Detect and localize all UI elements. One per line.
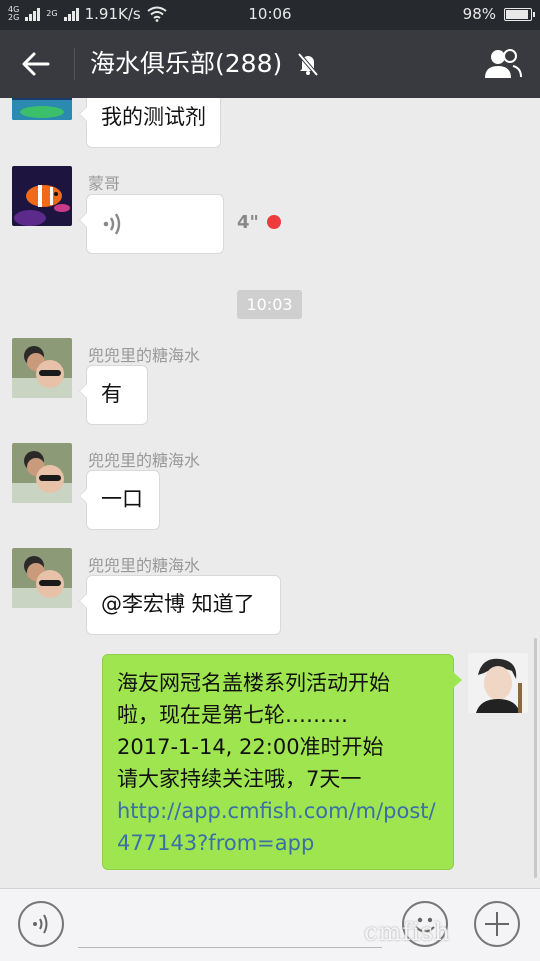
- chat-header: 海水俱乐部(288): [0, 30, 540, 98]
- message-line: 海友网冠名盖楼系列活动开始: [117, 671, 390, 695]
- sender-name: 兜兜里的糖海水: [88, 451, 201, 470]
- message-bubble[interactable]: 一口: [79, 470, 160, 530]
- group-members-button[interactable]: [482, 44, 524, 84]
- status-bar: 4G 2G 2G 1.91K/s 10:06 98%: [0, 0, 540, 30]
- avatar[interactable]: [12, 548, 72, 608]
- voice-message-bubble[interactable]: [79, 194, 224, 254]
- time-divider: 10:03: [237, 290, 302, 319]
- message-text: 一口: [101, 487, 143, 511]
- message-bubble[interactable]: 有: [79, 365, 148, 425]
- scrollbar[interactable]: [534, 638, 537, 878]
- message-bubble[interactable]: 我的测试剂: [79, 98, 221, 148]
- page-title: 海水俱乐部(288): [90, 49, 283, 78]
- unread-dot: [267, 215, 281, 229]
- avatar[interactable]: [12, 338, 72, 398]
- voice-input-icon: [33, 914, 48, 934]
- sender-name: 蒙哥: [88, 174, 121, 193]
- status-time: 10:06: [248, 5, 292, 23]
- voice-wave-icon: [103, 213, 121, 235]
- message-text: 有: [101, 382, 122, 406]
- avatar[interactable]: [12, 166, 72, 226]
- plus-icon: [485, 912, 509, 936]
- message-bubble[interactable]: @李宏博 知道了: [79, 575, 281, 635]
- battery-icon: [504, 7, 535, 21]
- battery-percent: 98%: [462, 5, 496, 23]
- message-text: @李宏博 知道了: [101, 592, 255, 616]
- message-link[interactable]: http://app.cmfish.com/m/post/477143?from…: [117, 795, 439, 859]
- back-arrow-icon: [22, 52, 50, 76]
- message-line: 请大家持续关注哦，7天一: [117, 767, 362, 791]
- sender-name: 兜兜里的糖海水: [88, 346, 201, 365]
- avatar[interactable]: [12, 98, 72, 120]
- message-line: 啦，现在是第七轮………: [117, 703, 348, 727]
- mute-bell-icon: [297, 52, 319, 77]
- own-avatar[interactable]: [468, 653, 528, 713]
- input-bar: [0, 888, 540, 961]
- sender-name: 兜兜里的糖海水: [88, 556, 201, 575]
- back-button[interactable]: [16, 44, 56, 84]
- message-line: 2017-1-14, 22:00准时开始: [117, 735, 384, 759]
- group-members-icon: [485, 49, 522, 78]
- own-message-bubble[interactable]: 海友网冠名盖楼系列活动开始 啦，现在是第七轮……… 2017-1-14, 22:…: [102, 654, 462, 870]
- header-divider: [74, 48, 75, 80]
- message-input[interactable]: [78, 947, 382, 948]
- watermark: cmfish: [364, 918, 451, 946]
- more-button[interactable]: [474, 901, 520, 947]
- message-list[interactable]: 我的测试剂 蒙哥 4" 10:03 兜兜里的糖海水 有 兜兜里的糖海水 一口 兜…: [0, 98, 540, 890]
- message-text: 我的测试剂: [101, 105, 206, 129]
- voice-input-button[interactable]: [18, 901, 64, 947]
- avatar[interactable]: [12, 443, 72, 503]
- status-right: 98%: [462, 5, 535, 23]
- voice-duration: 4": [237, 212, 259, 233]
